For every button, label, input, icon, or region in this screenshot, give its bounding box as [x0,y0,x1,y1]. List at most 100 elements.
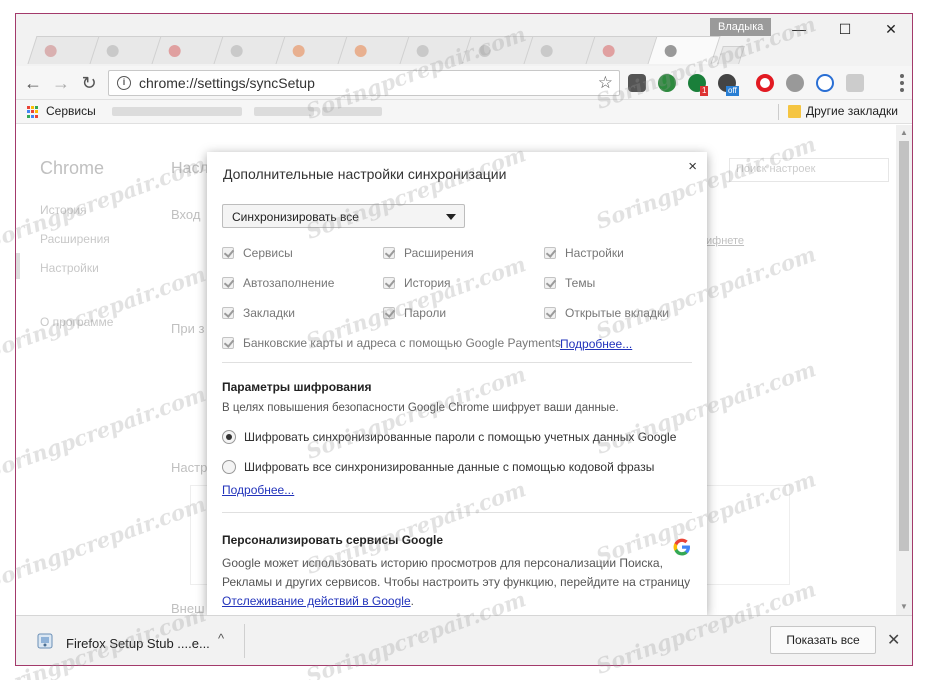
checkbox-payments[interactable]: Банковские карты и адреса с помощью Goog… [222,336,561,350]
bookmark-apps[interactable]: Сервисы [46,104,96,118]
new-tab-button[interactable] [717,46,745,64]
tab-strip [26,36,745,64]
personalize-link-line: Отслеживание действий в Google. [222,592,414,611]
checkbox-bookmarks[interactable]: Закладки [222,306,295,320]
section-bottom: Внеш [171,601,205,616]
checkbox-extensions[interactable]: Расширения [383,246,474,260]
checkmark-icon [222,277,234,289]
page-title: Насл [171,160,209,177]
settings-search-input[interactable]: Поиск настроек [729,158,889,182]
tab-favicon-icon [602,45,615,57]
checkmark-icon [222,337,234,349]
scrollbar-thumb[interactable] [899,141,909,551]
google-g-icon [673,538,690,556]
tab-active[interactable] [647,36,721,64]
radio-encrypt-google[interactable]: Шифровать синхронизированные пароли с по… [222,430,676,444]
scroll-down-arrow-icon[interactable]: ▼ [896,602,912,611]
encryption-description: В целях повышения безопасности Google Ch… [222,402,619,414]
tab-favicon-icon [478,45,491,57]
background-link[interactable]: ифнете [706,235,744,247]
bookmark-item-blurred[interactable] [254,107,314,116]
checkbox-open-tabs[interactable]: Открытые вкладки [544,306,669,320]
chrome-menu-icon[interactable] [900,74,904,92]
encryption-heading: Параметры шифрования [222,380,372,394]
checkbox-label: Банковские карты и адреса с помощью Goog… [243,336,561,350]
tab-favicon-icon [416,45,429,57]
sidebar-item-about[interactable]: О программе [40,315,113,329]
dropdown-caret-icon [446,214,456,220]
title-bar: Владыка — ☐ ✕ [16,14,912,66]
gear-extension-icon[interactable] [786,74,804,92]
sidebar-active-marker [16,253,20,279]
checkbox-settings[interactable]: Настройки [544,246,624,260]
opera-vpn-icon[interactable] [756,74,774,92]
sidebar-item-settings[interactable]: Настройки [40,261,99,275]
bookmark-other-folder[interactable]: Другие закладки [806,104,898,118]
installer-file-icon [37,633,53,649]
activity-controls-link[interactable]: Отслеживание действий в Google [222,594,411,608]
sync-mode-select[interactable]: Синхронизировать все [222,204,465,228]
bookmark-item-blurred[interactable] [112,107,242,116]
maximize-button[interactable]: ☐ [822,18,868,40]
section-divider [222,362,692,363]
sidebar-item-extensions[interactable]: Расширения [40,232,110,246]
close-window-button[interactable]: ✕ [868,18,912,40]
sidebar-item-history[interactable]: История [40,203,87,217]
checkbox-label: Пароли [404,306,447,320]
payments-more-link[interactable]: Подробнее... [560,337,632,351]
dialog-close-button[interactable]: × [688,158,697,175]
profile-badge[interactable]: Владыка [710,18,772,36]
address-bar[interactable]: i chrome://settings/syncSetup ☆ [108,70,620,96]
radio-empty-icon [222,460,236,474]
checkmark-icon [544,307,556,319]
apps-grid-icon[interactable] [27,106,39,118]
checkmark-icon [222,307,234,319]
extension-badge-off: off [726,86,739,96]
bookmark-star-icon[interactable]: ☆ [598,73,613,93]
checkbox-themes[interactable]: Темы [544,276,595,290]
radio-encrypt-passphrase[interactable]: Шифровать все синхронизированные данные … [222,460,654,474]
bookmarks-bar: Сервисы Другие закладки [16,100,912,124]
tab-favicon-icon [106,45,119,57]
checkbox-history[interactable]: История [383,276,451,290]
checkmark-icon [544,247,556,259]
checkmark-icon [383,277,395,289]
checkmark-icon [222,247,234,259]
checkbox-label: Темы [565,276,596,290]
forward-button[interactable]: → [50,72,72,94]
extension-icon[interactable] [846,74,864,92]
tab-favicon-icon [540,45,553,57]
scroll-up-arrow-icon[interactable]: ▲ [896,128,912,137]
checkbox-label: Открытые вкладки [565,306,669,320]
settings-sidebar-title: Chrome [40,158,105,178]
checkbox-apps[interactable]: Сервисы [222,246,293,260]
radio-selected-icon [222,430,236,444]
url-text[interactable]: chrome://settings/syncSetup [139,75,315,91]
info-icon[interactable]: i [117,76,131,90]
pocket-extension-icon[interactable] [628,74,646,92]
back-button[interactable]: ← [22,72,44,94]
period-text: . [410,594,414,608]
tab-favicon-icon [168,45,181,57]
reload-button[interactable]: ↻ [78,72,100,94]
show-all-downloads-button[interactable]: Показать все [770,626,876,654]
bookmarks-divider [778,104,779,120]
page-scrollbar[interactable]: ▲ ▼ [896,125,912,615]
chevron-up-icon[interactable]: ^ [218,631,224,646]
shelf-divider [244,624,245,658]
bookmark-item-blurred[interactable] [322,107,382,116]
minimize-button[interactable]: — [776,18,822,40]
radio-label: Шифровать синхронизированные пароли с по… [244,430,677,444]
checkbox-autofill[interactable]: Автозаполнение [222,276,334,290]
tab-favicon-icon [230,45,243,57]
browser-window: Владыка — ☐ ✕ ← → ↻ i chrome://settings/… [15,13,913,666]
drive-extension-icon[interactable] [816,74,834,92]
download-item-name[interactable]: Firefox Setup Stub ....e... [66,636,210,651]
checkbox-label: Расширения [404,246,474,260]
encryption-more-link[interactable]: Подробнее... [222,483,294,497]
extension-badge-count: 1 [700,86,709,96]
close-shelf-icon[interactable]: ✕ [887,630,900,650]
evernote-extension-icon[interactable] [658,74,676,92]
section-appearance: Настр [171,460,208,475]
checkbox-passwords[interactable]: Пароли [383,306,446,320]
